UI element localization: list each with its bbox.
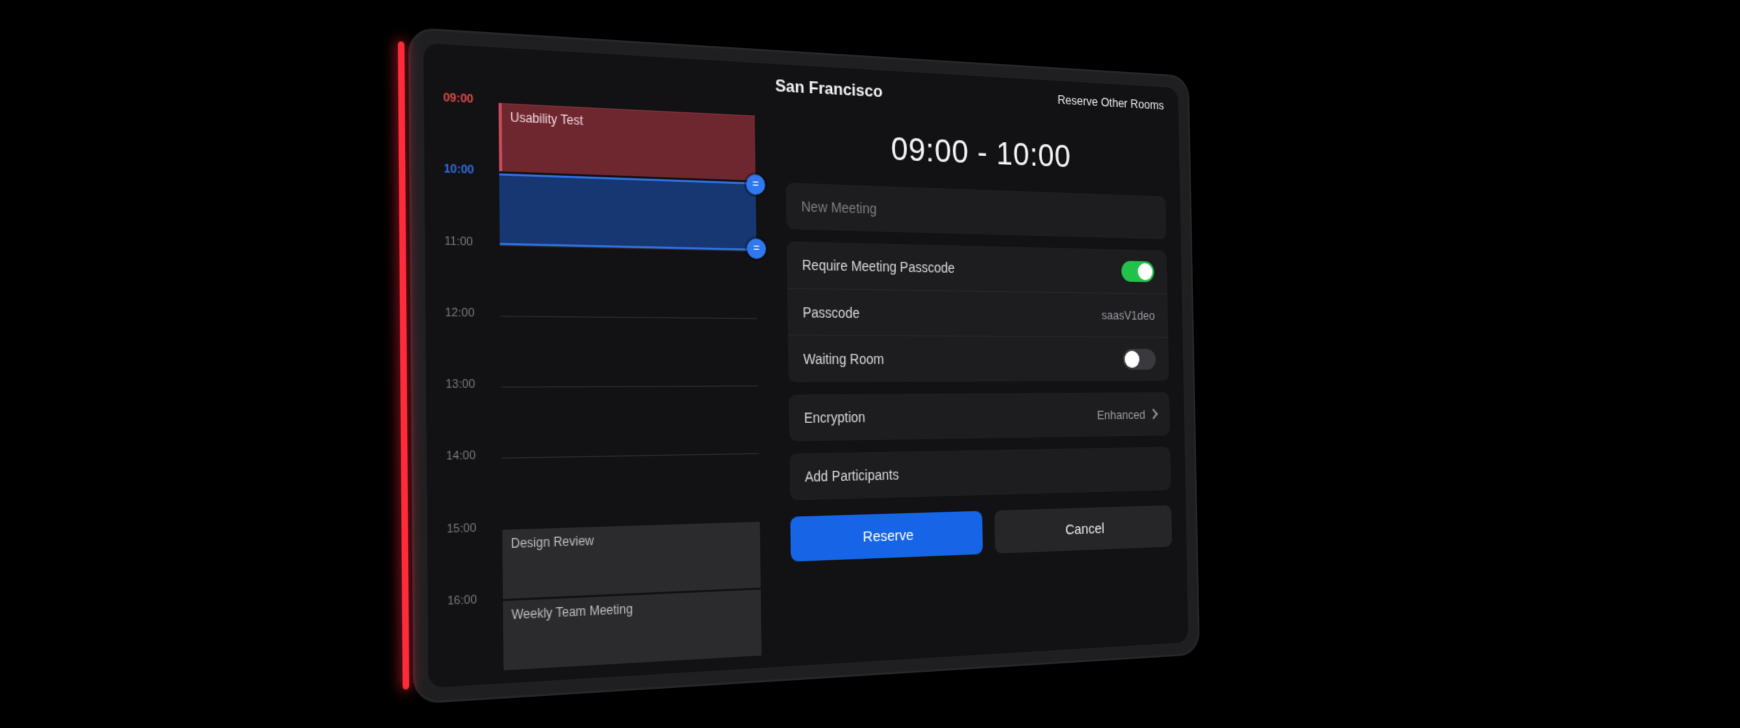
- encryption-label: Encryption: [804, 409, 866, 426]
- status-led: [398, 41, 409, 690]
- meeting-name-input[interactable]: New Meeting: [786, 183, 1166, 240]
- chevron-right-icon: [1149, 409, 1158, 420]
- security-card: Require Meeting Passcode Passcode saasV1…: [787, 241, 1169, 382]
- device-frame: San Francisco Reserve Other Rooms 09:00 1…: [408, 27, 1200, 704]
- schedule-hours: 09:0010:0011:0012:0013:0014:0015:0016:00…: [443, 100, 761, 676]
- schedule-pane[interactable]: 09:00 10:00 11:00 12:00 13:00 14:00 15:00 16:00…: [424, 91, 775, 688]
- hour-label: 10:00: [444, 163, 491, 178]
- meeting-name-placeholder: New Meeting: [801, 198, 877, 216]
- selection-handle-bottom[interactable]: =: [747, 238, 766, 259]
- hour-label: 14:00: [446, 449, 493, 463]
- require-passcode-label: Require Meeting Passcode: [802, 257, 955, 276]
- passcode-row[interactable]: Passcode saasV1deo: [787, 288, 1168, 337]
- require-passcode-toggle[interactable]: [1121, 261, 1154, 282]
- calendar-event[interactable]: Usability Test: [499, 103, 756, 181]
- hour-row: 13:00: [446, 385, 759, 386]
- participants-card: Add Participants: [789, 447, 1171, 501]
- reserve-other-rooms-link[interactable]: Reserve Other Rooms: [1057, 92, 1164, 112]
- hour-row: 14:00: [446, 453, 759, 459]
- hour-label: 13:00: [446, 378, 493, 391]
- reserve-button[interactable]: Reserve: [790, 511, 983, 562]
- add-participants-row[interactable]: Add Participants: [789, 447, 1171, 501]
- hour-line: [502, 453, 759, 459]
- passcode-value: saasV1deo: [1101, 308, 1155, 323]
- selection-handle-top[interactable]: =: [746, 174, 765, 195]
- hour-label: 12:00: [445, 306, 492, 319]
- waiting-room-row: Waiting Room: [788, 335, 1169, 383]
- room-title: San Francisco: [775, 76, 883, 102]
- hour-row: 12:00: [445, 315, 757, 318]
- waiting-room-toggle[interactable]: [1123, 349, 1156, 370]
- hour-label: 09:00: [443, 92, 490, 107]
- hour-line: [501, 385, 758, 387]
- meeting-name-card: New Meeting: [786, 183, 1166, 240]
- content: 09:00 10:00 11:00 12:00 13:00 14:00 15:00 16:00…: [424, 91, 1189, 688]
- add-participants-label: Add Participants: [805, 467, 899, 485]
- waiting-room-label: Waiting Room: [803, 351, 884, 367]
- encryption-row[interactable]: Encryption Enhanced: [789, 392, 1170, 441]
- encryption-value: Enhanced: [1097, 407, 1145, 422]
- scheduler-tablet: San Francisco Reserve Other Rooms 09:00 1…: [408, 27, 1200, 704]
- calendar-event[interactable]: Design Review: [502, 521, 760, 598]
- calendar-event[interactable]: Weekly Team Meeting: [503, 589, 762, 670]
- time-selection[interactable]: ==: [499, 174, 756, 251]
- encryption-card: Encryption Enhanced: [789, 392, 1170, 441]
- hour-label: 16:00: [447, 593, 494, 608]
- reservation-form: 09:00 - 10:00 New Meeting Require Meetin…: [768, 108, 1188, 667]
- hour-label: 15:00: [447, 521, 494, 535]
- action-buttons: Reserve Cancel: [790, 505, 1172, 562]
- passcode-label: Passcode: [803, 304, 860, 321]
- require-passcode-row: Require Meeting Passcode: [787, 241, 1168, 293]
- screen: San Francisco Reserve Other Rooms 09:00 1…: [423, 43, 1188, 688]
- hour-label: 11:00: [444, 235, 491, 249]
- selected-time-range: 09:00 - 10:00: [785, 125, 1165, 179]
- hour-line: [500, 315, 757, 318]
- cancel-button[interactable]: Cancel: [994, 505, 1172, 553]
